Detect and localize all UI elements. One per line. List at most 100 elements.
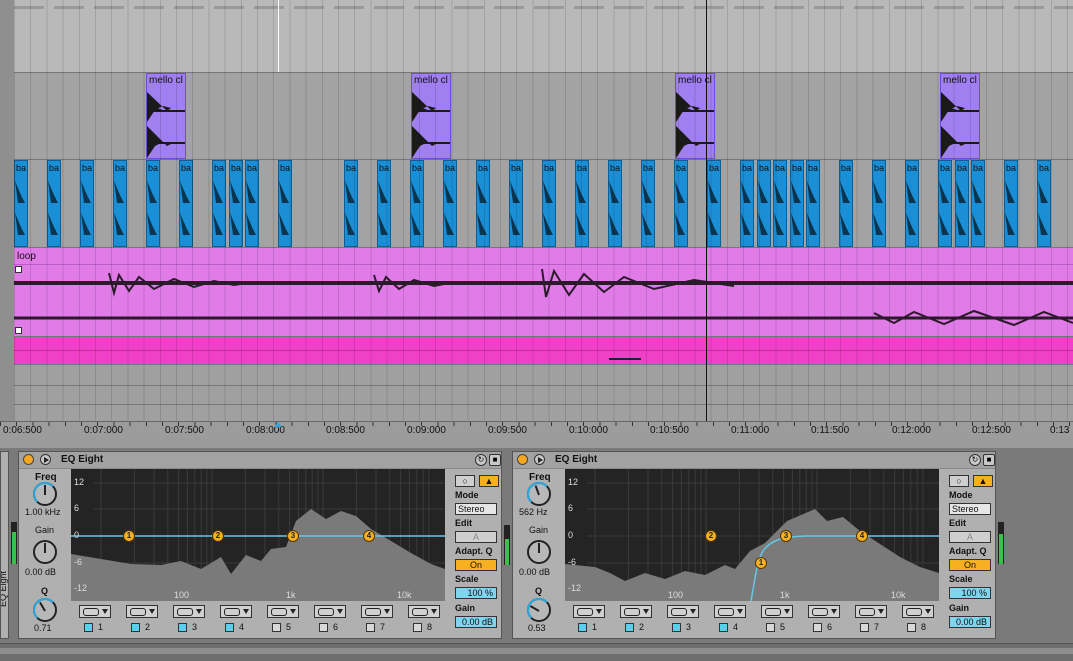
ba-clip[interactable]: ba <box>839 160 853 247</box>
band-8-enable-checkbox[interactable] <box>413 623 422 632</box>
refresh-icon[interactable]: ↻ <box>969 454 981 466</box>
mello-clip[interactable]: mello cl <box>940 73 980 159</box>
freq-knob[interactable] <box>33 482 57 506</box>
headphone-icon[interactable]: ○ <box>455 475 475 487</box>
freq-value[interactable]: 1.00 kHz <box>25 507 61 517</box>
empty-track-3[interactable] <box>14 405 1073 422</box>
ba-clip[interactable]: ba <box>757 160 771 247</box>
band-7-filter-select[interactable] <box>855 605 887 618</box>
refresh-icon[interactable]: ↻ <box>475 454 487 466</box>
ba-clip[interactable]: ba <box>905 160 919 247</box>
loop-end-handle[interactable] <box>15 327 22 334</box>
ba-clip[interactable]: ba <box>938 160 952 247</box>
ba-clip[interactable]: ba <box>674 160 688 247</box>
ba-clip[interactable]: ba <box>740 160 754 247</box>
band-1-filter-select[interactable] <box>573 605 605 618</box>
band-6-enable-checkbox[interactable] <box>319 623 328 632</box>
eq-spectrum-display[interactable]: 12 6 0 -6 -12 100 1k 10k 1 2 3 4 <box>71 469 445 601</box>
band-2-filter-select[interactable] <box>126 605 158 618</box>
q-knob[interactable] <box>527 598 551 622</box>
save-preset-icon[interactable]: ■ <box>489 454 501 466</box>
band-3-enable-checkbox[interactable] <box>178 623 187 632</box>
save-preset-icon[interactable]: ■ <box>983 454 995 466</box>
empty-track-1[interactable] <box>14 365 1073 386</box>
eq-band-node-2[interactable]: 2 <box>705 530 717 542</box>
band-2-filter-select[interactable] <box>620 605 652 618</box>
ba-clip[interactable]: ba <box>229 160 243 247</box>
adaptq-button[interactable]: On <box>949 559 991 571</box>
gain-value[interactable]: 0.00 dB <box>25 567 56 577</box>
ba-clip[interactable]: ba <box>278 160 292 247</box>
band-1-enable-checkbox[interactable] <box>578 623 587 632</box>
mode-select[interactable]: Stereo <box>455 503 497 515</box>
track-1-lane[interactable] <box>14 0 1073 73</box>
scale-value[interactable]: 100 % <box>949 587 991 599</box>
ba-clip[interactable]: ba <box>641 160 655 247</box>
ba-clip[interactable]: ba <box>790 160 804 247</box>
eq-band-node-2[interactable]: 2 <box>212 530 224 542</box>
ruler-marker-icon[interactable] <box>274 422 282 427</box>
mello-clip[interactable]: mello cl <box>146 73 186 159</box>
device-play-icon[interactable] <box>40 454 51 465</box>
arrangement-view[interactable]: mello cl mello cl mello cl mello cl ba ba ba b… <box>0 0 1073 438</box>
scale-value[interactable]: 100 % <box>455 587 497 599</box>
track-mello-lane[interactable]: mello cl mello cl mello cl mello cl <box>14 73 1073 160</box>
track-ba-lane[interactable]: ba ba ba ba ba ba ba ba ba ba ba ba ba ba ba ba ba ba ba ba… <box>14 160 1073 248</box>
track-sidebar[interactable]: EQ Eight <box>0 451 9 639</box>
ba-clip[interactable]: ba <box>542 160 556 247</box>
ba-clip[interactable]: ba <box>773 160 787 247</box>
adaptq-button[interactable]: On <box>455 559 497 571</box>
ba-clip[interactable]: ba <box>575 160 589 247</box>
edit-button[interactable]: A <box>455 531 497 543</box>
band-5-enable-checkbox[interactable] <box>272 623 281 632</box>
empty-track-2[interactable] <box>14 386 1073 405</box>
spectrum-toggle-icon[interactable]: ▲ <box>973 475 993 487</box>
band-5-filter-select[interactable] <box>761 605 793 618</box>
loop-start-handle[interactable] <box>15 266 22 273</box>
band-3-enable-checkbox[interactable] <box>672 623 681 632</box>
edit-button[interactable]: A <box>949 531 991 543</box>
eq-band-node-4[interactable]: 4 <box>363 530 375 542</box>
eq-band-node-1[interactable]: 1 <box>755 557 767 569</box>
eq-band-node-4[interactable]: 4 <box>856 530 868 542</box>
band-4-filter-select[interactable] <box>220 605 252 618</box>
ba-clip[interactable]: ba <box>509 160 523 247</box>
scroll-thumb[interactable] <box>0 648 1073 654</box>
ba-clip[interactable]: ba <box>443 160 457 247</box>
mode-select[interactable]: Stereo <box>949 503 991 515</box>
ba-clip[interactable]: ba <box>955 160 969 247</box>
ba-clip[interactable]: ba <box>113 160 127 247</box>
band-6-enable-checkbox[interactable] <box>813 623 822 632</box>
band-5-filter-select[interactable] <box>267 605 299 618</box>
ba-clip[interactable]: ba <box>872 160 886 247</box>
ba-clip[interactable]: ba <box>707 160 721 247</box>
band-8-filter-select[interactable] <box>902 605 934 618</box>
ba-clip[interactable]: ba <box>14 160 28 247</box>
ba-clip[interactable]: ba <box>80 160 94 247</box>
device-power-button[interactable] <box>23 454 34 465</box>
eq-band-node-3[interactable]: 3 <box>780 530 792 542</box>
band-6-filter-select[interactable] <box>314 605 346 618</box>
band-2-enable-checkbox[interactable] <box>131 623 140 632</box>
band-1-filter-select[interactable] <box>79 605 111 618</box>
eq-band-node-1[interactable]: 1 <box>123 530 135 542</box>
ba-clip[interactable]: ba <box>245 160 259 247</box>
ba-clip[interactable]: ba <box>971 160 985 247</box>
q-value[interactable]: 0.53 <box>528 623 546 633</box>
gain-knob[interactable] <box>527 540 551 564</box>
band-5-enable-checkbox[interactable] <box>766 623 775 632</box>
eq-eight-device-1[interactable]: EQ Eight ↻ ■ Freq 1.00 kHz Gain 0.00 dB Q 0.71 12… <box>18 451 502 639</box>
band-6-filter-select[interactable] <box>808 605 840 618</box>
device-play-icon[interactable] <box>534 454 545 465</box>
device-scrollbar[interactable] <box>0 643 1073 661</box>
output-gain-value[interactable]: 0.00 dB <box>455 616 497 628</box>
ba-clip[interactable]: ba <box>344 160 358 247</box>
band-3-filter-select[interactable] <box>173 605 205 618</box>
ba-clip[interactable]: ba <box>146 160 160 247</box>
band-2-enable-checkbox[interactable] <box>625 623 634 632</box>
ba-clip[interactable]: ba <box>806 160 820 247</box>
mello-clip[interactable]: mello cl <box>411 73 451 159</box>
band-4-enable-checkbox[interactable] <box>225 623 234 632</box>
band-7-enable-checkbox[interactable] <box>860 623 869 632</box>
loop-clip[interactable]: loop <box>14 248 1073 337</box>
